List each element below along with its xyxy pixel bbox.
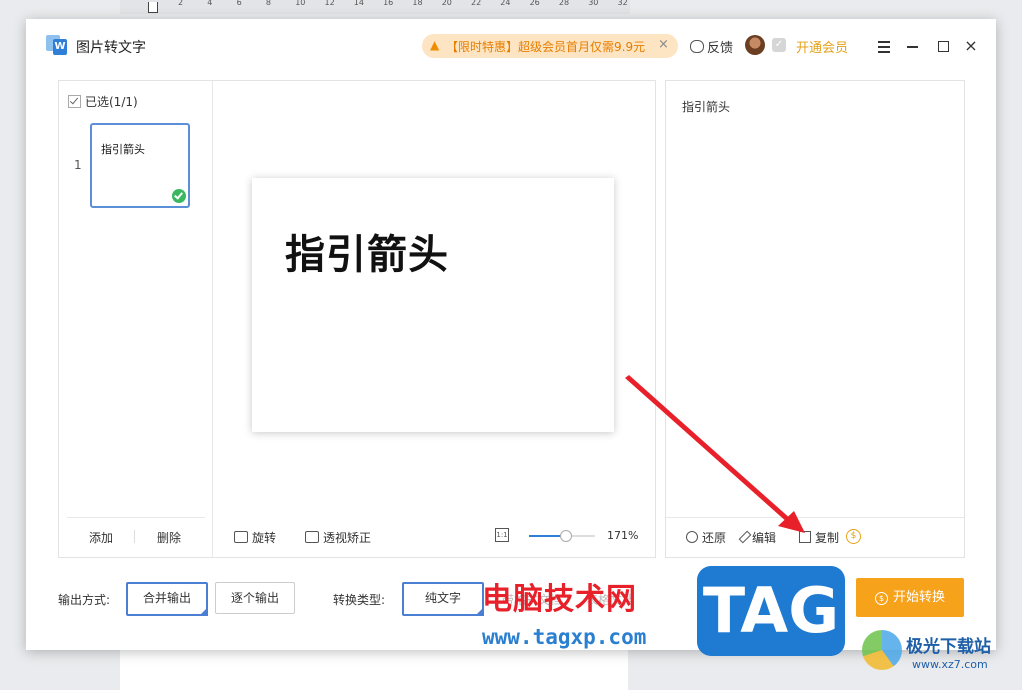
promo-close-icon[interactable]: ×	[658, 37, 669, 52]
perspective-correct-button[interactable]: 透视矫正	[305, 529, 371, 546]
promo-banner[interactable]: ▲ 【限时特惠】超级会员首月仅需9.9元 ×	[422, 34, 678, 58]
start-convert-label: 开始转换	[892, 590, 945, 605]
watermark-cn-text: 电脑技术网	[482, 582, 637, 617]
background-document	[120, 650, 628, 690]
watermark-url: www.tagxp.com	[482, 625, 647, 649]
delete-button[interactable]: 删除	[157, 529, 181, 546]
app-title: 图片转文字	[76, 40, 146, 56]
maximize-button[interactable]	[934, 37, 952, 55]
feedback-button[interactable]: 反馈	[690, 37, 733, 56]
chat-bubble-icon	[690, 40, 704, 53]
vip-link[interactable]: 开通会员	[796, 37, 848, 56]
select-all-checkbox[interactable]: 已选(1/1)	[68, 93, 138, 110]
copy-label: 复制	[815, 531, 840, 545]
ruler-tick: 20	[441, 0, 452, 7]
preview-toolbar: 旋转 透视矫正 1:1 171%	[213, 517, 655, 557]
ruler-tick: 12	[324, 0, 335, 7]
start-convert-button[interactable]: $ 开始转换	[856, 578, 964, 617]
close-button[interactable]: ×	[962, 37, 980, 55]
speaker-icon: ▲	[430, 38, 440, 52]
ruler-tick: 24	[500, 0, 511, 7]
divider	[67, 517, 205, 518]
minimize-button[interactable]	[904, 37, 922, 55]
coin-icon: $	[846, 529, 861, 544]
rotate-button[interactable]: 旋转	[234, 529, 276, 546]
ruler-tick: 22	[471, 0, 482, 7]
divider	[666, 517, 964, 518]
watermark-tag-logo: TAG	[697, 566, 845, 656]
perspective-icon	[305, 531, 319, 543]
copy-icon	[799, 531, 811, 543]
restore-label: 还原	[702, 531, 727, 545]
title-bar: W 图片转文字 ▲ 【限时特惠】超级会员首月仅需9.9元 × 反馈 ✓ 开通会员…	[26, 19, 996, 73]
aurora-logo-icon	[862, 630, 902, 670]
ruler-tick: 8	[265, 0, 271, 7]
ruler-tick: 26	[529, 0, 540, 7]
feedback-label: 反馈	[707, 41, 734, 56]
promo-text: 【限时特惠】超级会员首月仅需9.9元	[446, 40, 646, 54]
background-ruler: 2 4 6 8 10 12 14 16 18 20 22 24 26 28 30 32	[120, 0, 630, 14]
restore-icon	[686, 531, 698, 543]
add-button[interactable]: 添加	[89, 529, 113, 546]
result-text[interactable]: 指引箭头	[682, 98, 730, 115]
select-all-label: 已选(1/1)	[85, 95, 138, 109]
edit-label: 编辑	[752, 531, 777, 545]
merge-output-option[interactable]: 合并输出	[126, 582, 208, 616]
ruler-tick: 18	[412, 0, 423, 7]
zoom-slider-handle[interactable]	[560, 530, 573, 542]
ruler-indent-marker	[148, 2, 158, 13]
zoom-level: 171%	[607, 529, 639, 542]
watermark-site: 极光下载站 www.xz7.com	[862, 626, 1018, 678]
perspective-label: 透视矫正	[323, 531, 372, 545]
ruler-tick: 4	[207, 0, 213, 7]
coin-icon: $	[874, 592, 888, 605]
preview-image[interactable]: 指引箭头	[252, 178, 614, 432]
watermark-site-url: www.xz7.com	[912, 658, 988, 671]
user-avatar[interactable]	[745, 35, 765, 55]
image-panel: 已选(1/1) 1 指引箭头 添加 删除 指引箭头 旋转 透视矫正 1:1 17…	[58, 80, 656, 558]
ruler-tick: 30	[588, 0, 599, 7]
pencil-icon	[738, 530, 752, 544]
ruler-tick: 16	[383, 0, 394, 7]
app-logo-icon: W	[46, 35, 68, 55]
menu-icon[interactable]	[875, 37, 893, 55]
rotate-icon	[234, 531, 248, 543]
zoom-slider[interactable]	[529, 530, 595, 542]
thumbnail-text: 指引箭头	[101, 143, 145, 156]
app-window: W 图片转文字 ▲ 【限时特惠】超级会员首月仅需9.9元 × 反馈 ✓ 开通会员…	[26, 19, 996, 650]
output-mode-label: 输出方式:	[58, 593, 111, 607]
single-output-option[interactable]: 逐个输出	[215, 582, 295, 614]
convert-type-label: 转换类型:	[333, 593, 386, 607]
ruler-tick: 10	[295, 0, 306, 7]
edit-button[interactable]: 编辑	[738, 529, 777, 546]
divider	[134, 530, 135, 543]
vip-shield-icon: ✓	[772, 38, 786, 52]
thumbnail-list: 已选(1/1) 1 指引箭头 添加 删除	[59, 81, 213, 557]
thumbnail-index: 1	[74, 158, 82, 172]
preview-area: 指引箭头	[213, 81, 655, 517]
ruler-tick: 32	[617, 0, 628, 7]
restore-button[interactable]: 还原	[686, 529, 726, 546]
ruler-tick: 2	[178, 0, 184, 7]
rotate-label: 旋转	[252, 531, 277, 545]
preview-image-text: 指引箭头	[285, 231, 449, 278]
copy-button[interactable]: 复制	[799, 529, 839, 546]
ruler-tick: 6	[236, 0, 242, 7]
checkbox-checked-icon	[68, 95, 81, 108]
result-panel: 指引箭头 还原 编辑 复制 $	[665, 80, 965, 558]
plain-text-option[interactable]: 纯文字	[402, 582, 484, 616]
ruler-tick: 14	[353, 0, 364, 7]
watermark-site-name: 极光下载站	[906, 637, 991, 657]
actual-size-icon[interactable]: 1:1	[495, 528, 509, 542]
thumbnail-item[interactable]: 指引箭头	[90, 123, 190, 208]
ruler-tick: 28	[558, 0, 570, 7]
check-circle-icon	[172, 189, 186, 203]
